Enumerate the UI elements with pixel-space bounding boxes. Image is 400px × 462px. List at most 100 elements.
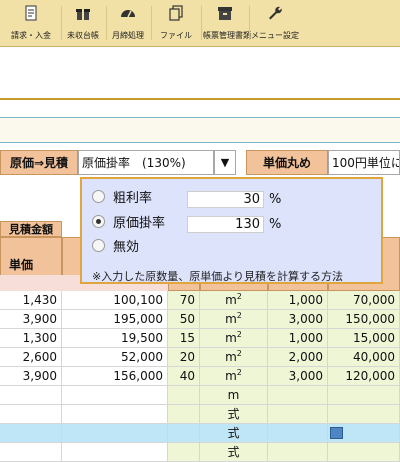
table-row[interactable]: 式: [0, 443, 400, 462]
toolbar-divider: [201, 6, 202, 40]
cost-amount-cell[interactable]: 70,000: [328, 291, 400, 310]
price-cell[interactable]: 2,600: [0, 348, 62, 367]
rounding-select[interactable]: 100円単位に: [328, 150, 400, 175]
amount-cell[interactable]: 156,000: [62, 367, 168, 386]
cost-price-cell[interactable]: 2,000: [268, 348, 328, 367]
wrench-icon: [269, 6, 282, 20]
amount-cell[interactable]: [62, 405, 168, 424]
qty-cell[interactable]: [168, 424, 200, 443]
unit-text: m: [225, 331, 237, 345]
conversion-dropdown-button[interactable]: ▼: [214, 150, 236, 175]
cost-price-cell[interactable]: 3,000: [268, 367, 328, 386]
conversion-select[interactable]: 原価掛率 (130%): [78, 150, 214, 175]
cost-price-cell[interactable]: 1,000: [268, 291, 328, 310]
cost-price-cell[interactable]: [268, 386, 328, 405]
cost-amount-cell[interactable]: 150,000: [328, 310, 400, 329]
unit-superscript: 2: [236, 368, 242, 377]
cost-price-cell[interactable]: 1,000: [268, 329, 328, 348]
unit-text: m: [225, 312, 237, 326]
radio-checked-icon[interactable]: [92, 215, 105, 228]
cost-amount-cell[interactable]: 15,000: [328, 329, 400, 348]
file-label: ファイル: [160, 31, 192, 40]
monthly-close-button[interactable]: 月締処理: [108, 0, 148, 46]
table-row[interactable]: 3,900 156,000 40 m2 3,000 120,000: [0, 367, 400, 386]
receivables-label: 未収台帳: [67, 31, 99, 40]
amount-cell[interactable]: 100,100: [62, 291, 168, 310]
gross-margin-input[interactable]: 30: [187, 191, 264, 208]
unit-cell[interactable]: 式: [200, 405, 268, 424]
amount-cell[interactable]: 52,000: [62, 348, 168, 367]
toolbar-divider: [61, 6, 62, 40]
price-cell[interactable]: [0, 443, 62, 462]
cost-amount-cell[interactable]: 120,000: [328, 367, 400, 386]
amount-cell[interactable]: [62, 424, 168, 443]
table-row[interactable]: 3,900 195,000 50 m2 3,000 150,000: [0, 310, 400, 329]
amount-cell[interactable]: 19,500: [62, 329, 168, 348]
unit-superscript: 2: [236, 330, 242, 339]
table-row[interactable]: 2,600 52,000 20 m2 2,000 40,000: [0, 348, 400, 367]
cost-price-cell[interactable]: [268, 443, 328, 462]
file-button[interactable]: ファイル: [153, 0, 199, 46]
radio-unchecked-icon[interactable]: [92, 190, 105, 203]
table-row[interactable]: 式: [0, 405, 400, 424]
amount-cell[interactable]: 195,000: [62, 310, 168, 329]
qty-cell[interactable]: [168, 405, 200, 424]
qty-cell[interactable]: 50: [168, 310, 200, 329]
unit-cell[interactable]: m2: [200, 367, 268, 386]
unit-cell[interactable]: m: [200, 386, 268, 405]
qty-cell[interactable]: 40: [168, 367, 200, 386]
qty-cell[interactable]: 15: [168, 329, 200, 348]
dashboard-icon: [121, 10, 135, 18]
unit-text: m: [225, 369, 237, 383]
table-row[interactable]: 1,430 100,100 70 m2 1,000 70,000: [0, 291, 400, 310]
billing-button[interactable]: 請求・入金: [2, 0, 60, 46]
disabled-label: 無効: [113, 240, 140, 255]
table-row[interactable]: 1,300 19,500 15 m2 1,000 15,000: [0, 329, 400, 348]
forms-button[interactable]: 帳票管理書類: [203, 0, 251, 46]
cost-price-cell[interactable]: [268, 424, 328, 443]
unit-text: 式: [227, 407, 240, 421]
menu-settings-button[interactable]: メニュー設定: [251, 0, 299, 46]
cost-amount-cell[interactable]: 40,000: [328, 348, 400, 367]
document-icon: [25, 5, 37, 21]
cost-rate-option[interactable]: 原価掛率: [92, 214, 165, 234]
unit-cell[interactable]: 式: [200, 424, 268, 443]
qty-cell[interactable]: [168, 443, 200, 462]
cost-price-cell[interactable]: [268, 405, 328, 424]
price-cell[interactable]: [0, 386, 62, 405]
unit-cell[interactable]: m2: [200, 291, 268, 310]
amount-cell[interactable]: [62, 386, 168, 405]
table-row[interactable]: m: [0, 386, 400, 405]
cost-amount-cell[interactable]: [328, 405, 400, 424]
menu-settings-label: メニュー設定: [251, 31, 299, 40]
row-expand-icon[interactable]: [330, 427, 343, 439]
amount-cell[interactable]: [62, 443, 168, 462]
unit-cell[interactable]: m2: [200, 348, 268, 367]
disabled-option[interactable]: 無効: [92, 238, 139, 258]
table-row[interactable]: 式: [0, 424, 400, 443]
toolbar: 請求・入金 未収台帳 月締処理 ファイル 帳票管理書類 メニュー設定: [0, 0, 400, 47]
cost-amount-cell[interactable]: [328, 386, 400, 405]
qty-cell[interactable]: [168, 386, 200, 405]
price-cell[interactable]: 1,300: [0, 329, 62, 348]
price-cell[interactable]: 3,900: [0, 367, 62, 386]
cost-amount-cell[interactable]: [328, 443, 400, 462]
toolbar-divider: [249, 6, 250, 40]
cost-rate-input[interactable]: 130: [187, 216, 264, 233]
price-cell[interactable]: 1,430: [0, 291, 62, 310]
cost-rate-unit: %: [269, 217, 282, 232]
price-cell[interactable]: 3,900: [0, 310, 62, 329]
gross-margin-option[interactable]: 粗利率: [92, 189, 152, 209]
price-cell[interactable]: [0, 405, 62, 424]
unit-cell[interactable]: 式: [200, 443, 268, 462]
qty-cell[interactable]: 20: [168, 348, 200, 367]
radio-unchecked-icon[interactable]: [92, 239, 105, 252]
receivables-button[interactable]: 未収台帳: [63, 0, 103, 46]
unit-cell[interactable]: m2: [200, 310, 268, 329]
billing-label: 請求・入金: [11, 31, 51, 40]
qty-cell[interactable]: 70: [168, 291, 200, 310]
price-cell[interactable]: [0, 424, 62, 443]
unit-text: m: [227, 388, 240, 402]
unit-cell[interactable]: m2: [200, 329, 268, 348]
cost-price-cell[interactable]: 3,000: [268, 310, 328, 329]
